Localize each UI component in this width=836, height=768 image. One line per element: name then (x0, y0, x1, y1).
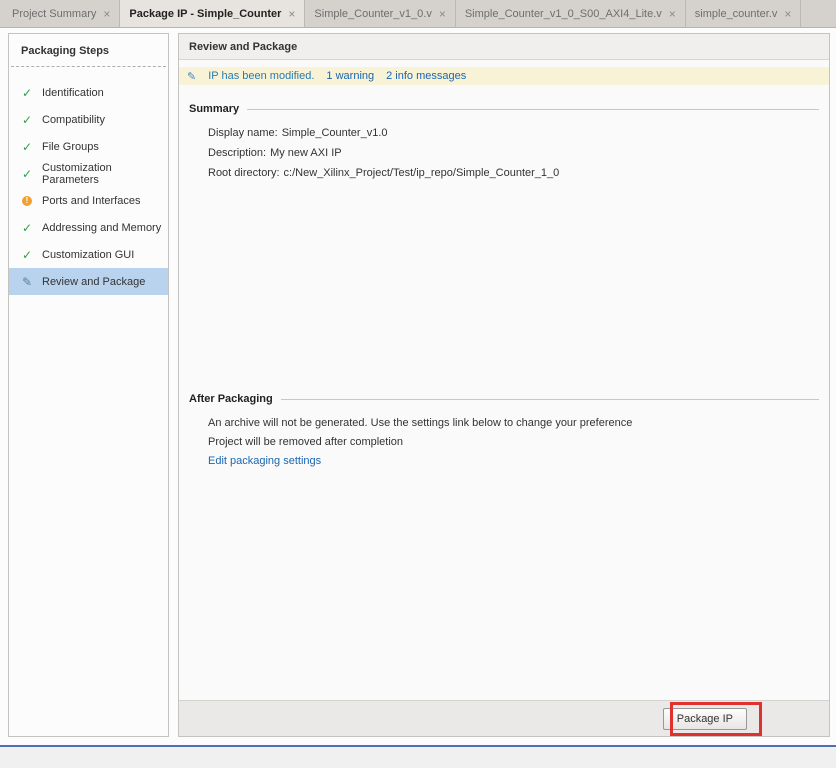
close-icon[interactable]: × (784, 8, 791, 20)
tab-simple-counter-v[interactable]: simple_counter.v × (686, 0, 802, 27)
field-root-directory: Root directory: c:/New_Xilinx_Project/Te… (208, 165, 829, 180)
field-display-name: Display name: Simple_Counter_v1.0 (208, 125, 829, 140)
sidebar-item-customization-parameters[interactable]: Customization Parameters (9, 160, 168, 187)
after-packaging-title: After Packaging (189, 393, 273, 405)
status-bar-area (0, 747, 836, 768)
field-label: Description: (208, 146, 267, 159)
close-icon[interactable]: × (103, 8, 110, 20)
sidebar-item-customization-gui[interactable]: Customization GUI (9, 241, 168, 268)
after-packaging-section-heading: After Packaging (189, 393, 819, 405)
tab-project-summary[interactable]: Project Summary × (3, 0, 121, 27)
field-value: My new AXI IP (270, 146, 342, 159)
sidebar-item-ports-and-interfaces[interactable]: Ports and Interfaces (9, 187, 168, 214)
tab-label: Package IP - Simple_Counter (129, 7, 282, 20)
sidebar-item-label: Compatibility (42, 113, 105, 126)
review-and-package-panel: Review and Package IP has been modified.… (178, 33, 830, 737)
bottom-action-strip: Package IP (179, 700, 829, 736)
project-removed-note: Project will be removed after completion (208, 436, 404, 448)
field-description: Description: My new AXI IP (208, 145, 829, 160)
check-icon (21, 167, 33, 181)
archive-note: An archive will not be generated. Use th… (208, 417, 633, 429)
warning-icon (22, 195, 32, 206)
tab-package-ip-simple-counter[interactable]: Package IP - Simple_Counter × (120, 0, 306, 27)
ip-modified-text: IP has been modified. (208, 70, 315, 82)
tab-label: Simple_Counter_v1_0.v (314, 7, 432, 20)
package-ip-button[interactable]: Package IP (662, 707, 747, 730)
close-icon[interactable]: × (288, 8, 295, 20)
summary-section-heading: Summary (189, 103, 819, 115)
page-title: Review and Package (179, 34, 829, 60)
packaging-steps-panel: Packaging Steps Identification Compatibi… (8, 33, 169, 737)
sidebar-item-compatibility[interactable]: Compatibility (9, 106, 168, 133)
tab-label: simple_counter.v (694, 7, 778, 20)
packaging-steps-list: Identification Compatibility File Groups… (9, 79, 168, 295)
sidebar-item-label: Review and Package (42, 275, 146, 288)
field-label: Root directory: (208, 166, 280, 179)
summary-title: Summary (189, 103, 240, 115)
sidebar-item-file-groups[interactable]: File Groups (9, 133, 168, 160)
sidebar-item-label: Identification (42, 86, 104, 99)
tab-bar: Project Summary × Package IP - Simple_Co… (0, 0, 836, 28)
sidebar-item-label: Customization Parameters (42, 161, 112, 186)
after-packaging-text: An archive will not be generated. Use th… (208, 417, 829, 467)
warning-count-link[interactable]: 1 warning (326, 70, 374, 82)
field-value: Simple_Counter_v1.0 (281, 126, 388, 139)
close-icon[interactable]: × (669, 8, 676, 20)
tab-simple-counter-v1-0[interactable]: Simple_Counter_v1_0.v × (305, 0, 456, 27)
sidebar-item-label: Ports and Interfaces (42, 194, 141, 207)
check-icon (21, 86, 33, 100)
close-icon[interactable]: × (439, 8, 446, 20)
tab-label: Simple_Counter_v1_0_S00_AXI4_Lite.v (464, 7, 662, 20)
field-value: c:/New_Xilinx_Project/Test/ip_repo/Simpl… (283, 166, 560, 179)
sidebar-item-label: Customization GUI (42, 248, 135, 261)
check-icon (21, 113, 33, 127)
tab-simple-counter-v1-0-s00-axi4-lite[interactable]: Simple_Counter_v1_0_S00_AXI4_Lite.v × (456, 0, 686, 27)
info-messages-link[interactable]: 2 info messages (386, 70, 466, 82)
field-label: Display name: (208, 126, 278, 139)
sidebar-item-label: File Groups (42, 140, 99, 153)
sidebar-item-addressing-and-memory[interactable]: Addressing and Memory (9, 214, 168, 241)
pencil-icon (187, 70, 196, 83)
divider (11, 66, 166, 67)
pencil-icon (21, 275, 33, 289)
modification-notification-bar: IP has been modified. 1 warning 2 info m… (179, 67, 829, 85)
check-icon (21, 248, 33, 262)
tab-label: Project Summary (12, 7, 97, 20)
edit-packaging-settings-link[interactable]: Edit packaging settings (208, 455, 321, 467)
sidebar-item-label: Addressing and Memory (42, 221, 162, 234)
check-icon (21, 140, 33, 154)
sidebar-item-review-and-package[interactable]: Review and Package (9, 268, 168, 295)
sidebar-item-identification[interactable]: Identification (9, 79, 168, 106)
packaging-steps-title: Packaging Steps (21, 45, 110, 57)
check-icon (21, 221, 33, 235)
summary-fields: Display name: Simple_Counter_v1.0 Descri… (208, 125, 829, 180)
